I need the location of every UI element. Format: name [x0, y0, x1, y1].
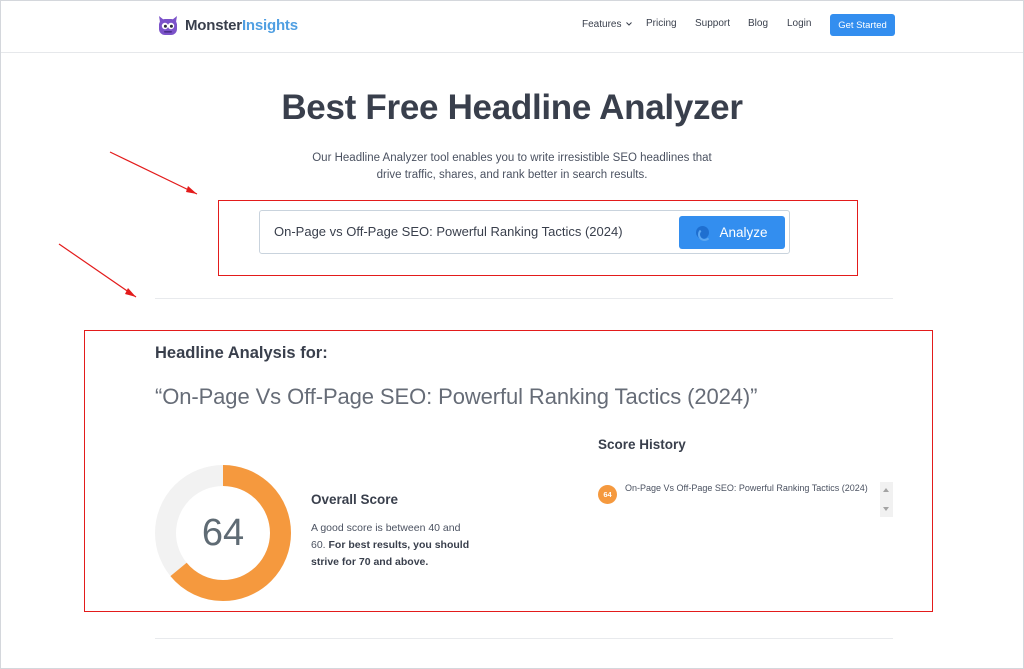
brand-name-part1: Monster	[185, 16, 242, 34]
page-title: Best Free Headline Analyzer	[281, 88, 743, 127]
brand-logo[interactable]: MonsterInsights	[156, 12, 298, 38]
section-divider	[155, 298, 893, 299]
bottom-divider	[155, 638, 893, 639]
nav-features-label: Features	[582, 19, 622, 30]
nav-pricing[interactable]: Pricing	[646, 18, 677, 29]
chevron-down-icon	[626, 18, 633, 29]
site-header: MonsterInsights Features Pricing Support…	[1, 1, 1023, 53]
page-description: Our Headline Analyzer tool enables you t…	[312, 152, 712, 181]
annotation-box-results	[84, 330, 933, 612]
get-started-button[interactable]: Get Started	[830, 14, 895, 36]
nav-blog[interactable]: Blog	[748, 18, 768, 29]
brand-name-part2: Insights	[241, 16, 298, 34]
monster-logo-icon	[156, 13, 180, 37]
annotation-box-input	[218, 200, 858, 276]
nav-login[interactable]: Login	[787, 18, 811, 29]
nav-support[interactable]: Support	[695, 18, 730, 29]
brand-name: MonsterInsights	[185, 17, 298, 34]
nav-features[interactable]: Features	[582, 18, 633, 30]
